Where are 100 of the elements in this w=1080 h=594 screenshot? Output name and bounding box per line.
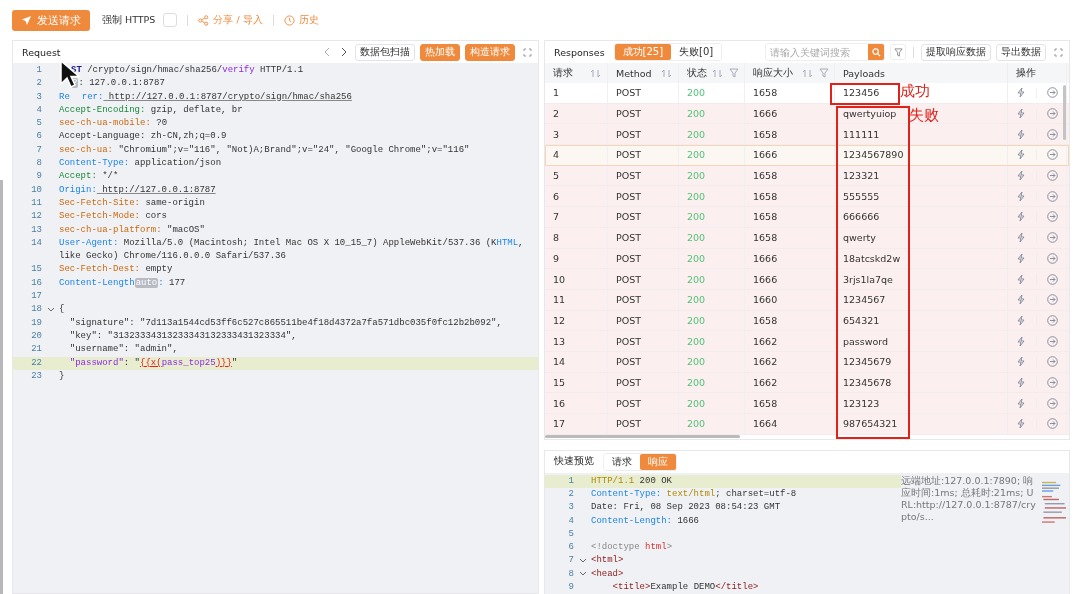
column-header: 响应大小 — [753, 66, 793, 80]
table-row[interactable]: 4 POST 200 1666 1234567890 — [545, 145, 1069, 166]
table-cell: POST — [616, 335, 642, 347]
lightning-icon[interactable] — [1016, 418, 1026, 430]
table-row[interactable]: 7 POST 200 1658 666666 — [545, 207, 1069, 228]
scrollbar[interactable] — [1063, 85, 1066, 140]
status-code: 200 — [687, 252, 706, 264]
code-line: <html> — [591, 554, 624, 568]
force-https-checkbox[interactable] — [163, 13, 178, 27]
share-icon — [198, 14, 210, 26]
arrow-circle-icon[interactable] — [1047, 232, 1058, 244]
arrow-circle-icon[interactable] — [1047, 87, 1058, 99]
lightning-icon[interactable] — [1016, 314, 1026, 326]
lightning-icon[interactable] — [1016, 376, 1026, 388]
table-row[interactable]: 17 POST 200 1664 987654321 — [545, 414, 1069, 435]
payload-cell: 12345678 — [843, 376, 892, 388]
arrow-circle-icon[interactable] — [1047, 190, 1058, 202]
lightning-icon[interactable] — [1016, 108, 1026, 120]
table-cell: 1658 — [753, 87, 778, 99]
sort-icon[interactable] — [802, 68, 814, 78]
payload-cell: 12345679 — [843, 356, 892, 368]
table-row[interactable]: 13 POST 200 1662 password — [545, 331, 1069, 352]
code-line: sec-ch-ua-platform: "macOS" — [59, 223, 205, 237]
line-number: 9 — [35, 170, 42, 184]
sort-icon[interactable] — [590, 68, 602, 78]
filter-icon[interactable] — [729, 68, 739, 78]
lightning-icon[interactable] — [1016, 294, 1026, 306]
arrow-circle-icon[interactable] — [1047, 314, 1058, 326]
arrow-circle-icon[interactable] — [1047, 335, 1058, 347]
lightning-icon[interactable] — [1016, 170, 1026, 182]
scrollbar[interactable] — [545, 434, 740, 438]
toolbar-button[interactable]: 数据包扫描 — [355, 43, 415, 61]
annotation-label: 成功 — [900, 82, 930, 101]
arrow-circle-icon[interactable] — [1047, 418, 1058, 430]
status-code: 200 — [687, 356, 706, 368]
arrow-circle-icon[interactable] — [1047, 170, 1058, 182]
arrow-circle-icon[interactable] — [1047, 108, 1058, 120]
table-row[interactable]: 5 POST 200 1658 123321 — [545, 165, 1069, 187]
filter-icon[interactable] — [819, 68, 829, 78]
table-row[interactable]: 16 POST 200 1658 123123 — [545, 393, 1069, 414]
table-cell: 7 — [553, 211, 560, 223]
search-field[interactable]: 请输入关键词搜索 — [765, 43, 885, 61]
table-row[interactable]: 6 POST 200 1658 555555 — [545, 186, 1069, 208]
table-row[interactable]: 3 POST 200 1658 111111 — [545, 124, 1069, 146]
table-cell: POST — [616, 170, 642, 182]
send-icon — [21, 14, 32, 26]
table-row[interactable]: 11 POST 200 1660 1234567 — [545, 289, 1069, 311]
expand-icon[interactable] — [1054, 47, 1063, 57]
next-icon[interactable] — [340, 47, 348, 57]
table-cell: 5 — [553, 170, 560, 182]
toolbar-button[interactable]: 提取响应数据 — [921, 43, 991, 61]
lightning-icon[interactable] — [1016, 149, 1026, 161]
lightning-icon[interactable] — [1016, 128, 1026, 140]
lightning-icon[interactable] — [1016, 87, 1026, 99]
payload-cell: 1234567890 — [843, 149, 904, 161]
arrow-circle-icon[interactable] — [1047, 128, 1058, 140]
line-number: 5 — [35, 117, 42, 131]
status-code: 200 — [687, 108, 706, 120]
table-cell: 1666 — [753, 149, 778, 161]
line-number: 19 — [30, 316, 42, 330]
code-line: Sec-Fetch-Mode: cors — [59, 210, 168, 224]
payload-cell: 123456 — [843, 87, 880, 99]
table-row[interactable]: 9 POST 200 1666 18atcskd2w — [545, 248, 1069, 270]
code-line: <head> — [591, 567, 624, 581]
expand-icon[interactable] — [523, 47, 532, 57]
arrow-circle-icon[interactable] — [1047, 252, 1058, 264]
filter-button[interactable] — [890, 44, 906, 60]
lightning-icon[interactable] — [1016, 356, 1026, 368]
arrow-circle-icon[interactable] — [1047, 356, 1058, 368]
search-button[interactable] — [868, 44, 884, 60]
arrow-circle-icon[interactable] — [1047, 294, 1058, 306]
table-row[interactable]: 15 POST 200 1662 12345678 — [545, 372, 1069, 394]
arrow-circle-icon[interactable] — [1047, 211, 1058, 223]
table-row[interactable]: 12 POST 200 1658 654321 — [545, 310, 1069, 332]
sort-icon[interactable] — [712, 68, 724, 78]
table-cell: 1 — [553, 87, 560, 99]
lightning-icon[interactable] — [1016, 397, 1026, 409]
lightning-icon[interactable] — [1016, 335, 1026, 347]
table-cell: 1658 — [753, 397, 778, 409]
table-cell: 6 — [553, 190, 560, 202]
line-number: 4 — [35, 103, 42, 117]
previous-icon[interactable] — [323, 47, 331, 57]
lightning-icon[interactable] — [1016, 232, 1026, 244]
lightning-icon[interactable] — [1016, 190, 1026, 202]
table-row[interactable]: 8 POST 200 1658 qwerty — [545, 227, 1069, 249]
arrow-circle-icon[interactable] — [1047, 273, 1058, 285]
arrow-circle-icon[interactable] — [1047, 149, 1058, 161]
response-info: 远端地址:127.0.0.1:7890; 响应时间:1ms; 总耗时:21ms; URL:http://127.0.0.1:8787/crypto/s... — [901, 473, 1037, 524]
arrow-circle-icon[interactable] — [1047, 376, 1058, 388]
fold-icon[interactable] — [46, 307, 55, 313]
toolbar-button[interactable]: 导出数据 — [996, 43, 1046, 61]
table-row[interactable]: 10 POST 200 1666 3rjs1la7qe — [545, 269, 1069, 290]
lightning-icon[interactable] — [1016, 273, 1026, 285]
lightning-icon[interactable] — [1016, 252, 1026, 264]
sort-icon[interactable] — [661, 68, 673, 78]
lightning-icon[interactable] — [1016, 211, 1026, 223]
arrow-circle-icon[interactable] — [1047, 397, 1058, 409]
line-number: 22 — [30, 356, 42, 370]
table-row[interactable]: 14 POST 200 1662 12345679 — [545, 351, 1069, 373]
status-code: 200 — [687, 376, 706, 388]
